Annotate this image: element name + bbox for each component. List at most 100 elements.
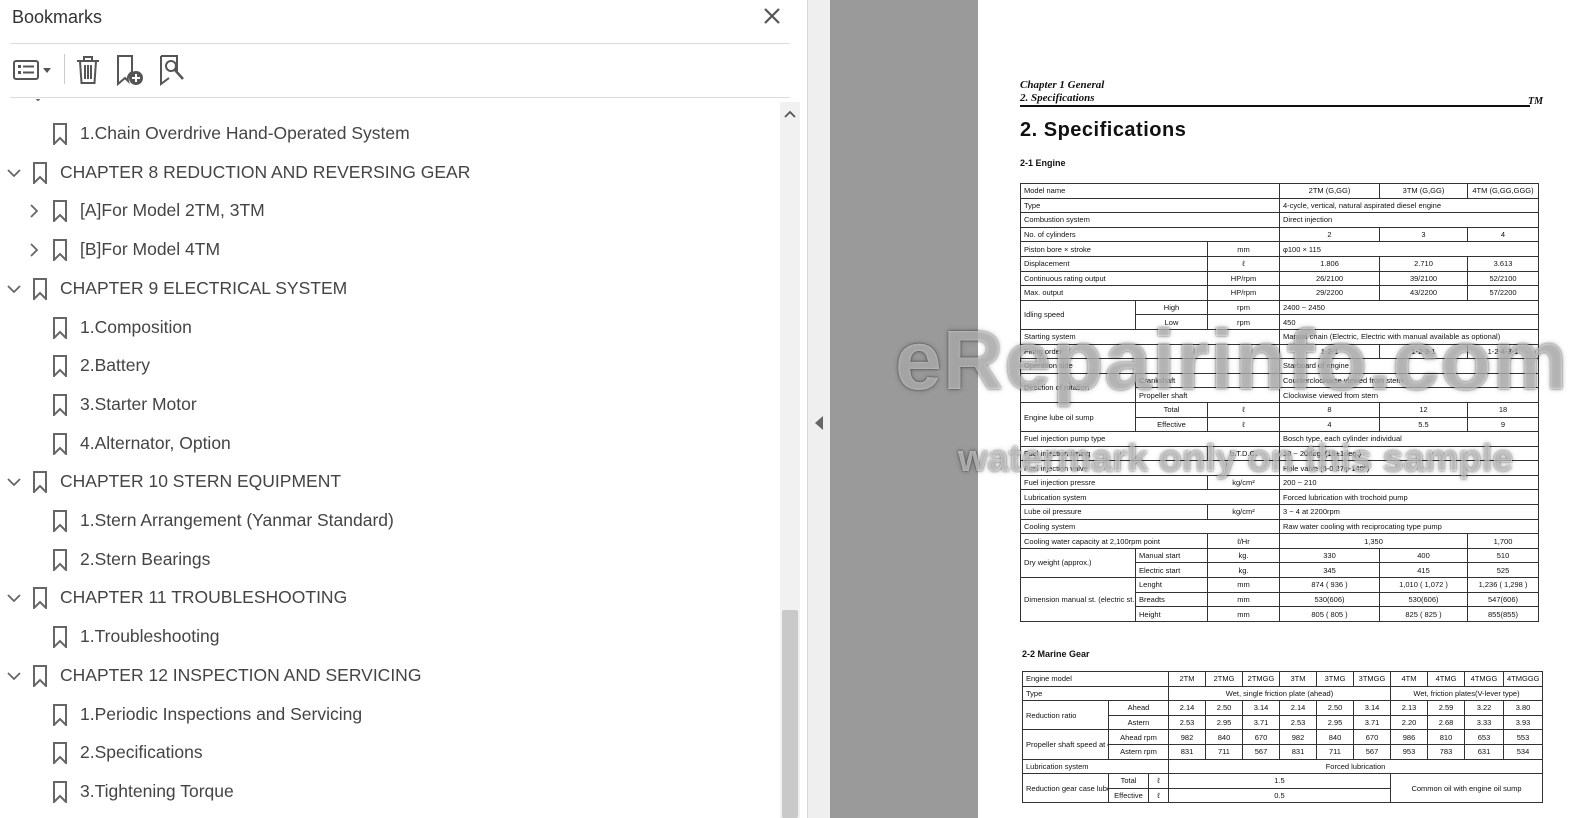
chevron-right-icon[interactable] [26, 242, 42, 258]
marine-gear-spec-table: Engine model 2TM 2TMG 2TMGG 3TM 3TMG 3TMGG 4TM 4… [1022, 671, 1543, 804]
bookmark-icon [52, 355, 68, 379]
table-cell: Breadts [1135, 591, 1208, 608]
header-rule [1020, 105, 1530, 107]
marine-gear-heading: 2-2 Marine Gear [1022, 649, 1090, 659]
bookmark-item[interactable]: 1.Periodic Inspections and Servicing [0, 698, 780, 732]
table-cell: Starting system [1020, 328, 1280, 345]
table-row: Lubrication system Forced lubrication [1022, 758, 1543, 775]
table-cell: Manual chain (Electric, Electric with ma… [1279, 328, 1539, 345]
table-row: Firing order 1-2-1 1-2-3-1 1-2-4-3-1 [1020, 343, 1539, 360]
bookmark-label[interactable]: 1.Stern Arrangement (Yanmar Standard) [80, 510, 394, 531]
bookmark-chapter[interactable]: CHAPTER 8 REDUCTION AND REVERSING GEAR [0, 156, 780, 190]
panel-splitter[interactable] [808, 0, 830, 818]
table-cell: 415 [1379, 562, 1468, 579]
table-row: Type 4-cycle, vertical, natural aspirated… [1020, 197, 1539, 214]
bookmark-item[interactable]: 4.Alternator, Option [0, 427, 780, 461]
table-cell: 1,350 [1279, 533, 1468, 549]
bookmark-icon [52, 548, 68, 573]
bookmark-chapter[interactable]: CHAPTER 12 INSPECTION AND SERVICING [0, 659, 780, 693]
bookmarks-scrollbar[interactable] [780, 102, 800, 818]
table-row: Dry weight (approx.) Manual start kg. 330 40… [1020, 547, 1539, 579]
table-cell: 1-2-4-3-1 [1467, 343, 1539, 360]
bookmark-item[interactable]: 1.Composition [0, 311, 780, 345]
bookmark-icon [32, 587, 48, 611]
chevron-right-icon[interactable] [26, 203, 42, 219]
bookmark-label[interactable]: 1.Chain Overdrive Hand-Operated System [80, 123, 410, 144]
table-cell: Astern [1108, 714, 1169, 731]
chevron-down-icon[interactable] [6, 668, 22, 684]
table-cell: 3TM (G,GG) [1379, 183, 1468, 199]
table-cell: Ahead [1108, 700, 1169, 716]
bookmark-item[interactable]: [B]For Model 4TM [0, 233, 780, 267]
bookmark-label[interactable]: 1.Composition [80, 317, 192, 338]
bookmark-label[interactable]: 2.Stern Bearings [80, 549, 210, 570]
bookmark-label[interactable]: 1.Troubleshooting [80, 626, 219, 647]
bookmark-label[interactable]: CHAPTER 11 TROUBLESHOOTING [60, 587, 347, 608]
bookmark-item[interactable]: 2.Specifications [0, 736, 780, 770]
table-cell: 3.14 [1353, 700, 1391, 716]
document-view[interactable]: Chapter 1 General 2. Specifications TM 2… [830, 0, 1586, 818]
table-cell: 4-cycle, vertical, natural aspirated die… [1279, 197, 1539, 214]
bookmark-label[interactable]: 2.Specifications [80, 742, 203, 763]
bookmark-label[interactable]: 4.Alternator, Option [80, 433, 231, 454]
table-cell: 2 [1279, 226, 1380, 243]
table-cell: ℓ [1207, 416, 1280, 433]
table-cell: Piston bore × stroke [1020, 241, 1208, 257]
bookmark-item[interactable]: 1.Chain Overdrive Hand-Operated System [0, 117, 780, 151]
table-cell: 1.5 [1168, 773, 1391, 789]
bookmark-chapter[interactable]: CHAPTER 11 TROUBLESHOOTING [0, 581, 780, 615]
table-cell: Type [1020, 197, 1280, 214]
bookmarks-title: Bookmarks [12, 7, 103, 27]
find-bookmark-icon[interactable] [156, 50, 188, 90]
table-cell: Astern rpm [1108, 743, 1169, 760]
bookmark-item[interactable]: 1.Troubleshooting [0, 620, 780, 654]
table-cell: 3 ~ 4 at 2200rpm [1279, 504, 1539, 520]
bookmark-label[interactable]: 2.Battery [80, 355, 150, 376]
bookmark-label[interactable]: [A]For Model 2TM, 3TM [80, 200, 265, 221]
bookmark-label[interactable]: CHAPTER 10 STERN EQUIPMENT [60, 471, 341, 492]
table-row: Propeller shaft speed at engine 2,100rpm… [1022, 729, 1543, 760]
table-row: Continuous rating output HP/rpm 26/2100 39/… [1020, 270, 1539, 287]
chevron-down-icon[interactable] [6, 281, 22, 297]
bookmark-label[interactable]: 3.Tightening Torque [80, 781, 234, 802]
table-cell: 3.22 [1464, 700, 1504, 716]
chevron-down-icon[interactable] [6, 474, 22, 490]
table-cell: Fuel injection timing [1020, 445, 1208, 462]
bookmark-label[interactable]: 3.Starter Motor [80, 394, 197, 415]
bookmark-label[interactable]: CHAPTER 12 INSPECTION AND SERVICING [60, 665, 421, 686]
table-cell: 39/2100 [1379, 270, 1468, 287]
bookmark-label[interactable]: [B]For Model 4TM [80, 239, 220, 260]
toolbar-divider [64, 54, 65, 84]
table-row: Combustion system Direct injection [1020, 212, 1539, 228]
bookmark-item[interactable]: 1.Stern Arrangement (Yanmar Standard) [0, 504, 780, 538]
delete-bookmark-icon[interactable] [72, 50, 104, 90]
table-cell: 547(606) [1467, 591, 1539, 608]
bookmark-label[interactable]: CHAPTER 8 REDUCTION AND REVERSING GEAR [60, 162, 470, 183]
bookmark-item[interactable]: 3.Starter Motor [0, 388, 780, 422]
chevron-down-icon[interactable] [6, 165, 22, 181]
new-bookmark-icon[interactable] [113, 50, 147, 90]
close-icon[interactable] [760, 4, 784, 28]
table-cell: Wet, single friction plate (ahead) [1168, 685, 1391, 702]
page-chapter-header: Chapter 1 General [1020, 79, 1105, 91]
bookmark-item[interactable]: [A]For Model 2TM, 3TM [0, 194, 780, 228]
table-cell: 4TM (G,GG,GGG) [1467, 183, 1539, 199]
table-cell: 670 [1242, 729, 1280, 745]
bookmark-label[interactable]: CHAPTER 9 ELECTRICAL SYSTEM [60, 278, 347, 299]
bookmark-item[interactable]: 2.Stern Bearings [0, 543, 780, 577]
scroll-up-arrow-icon[interactable] [780, 104, 800, 124]
chevron-down-icon[interactable] [6, 590, 22, 606]
table-cell: mm [1207, 241, 1280, 257]
bookmark-icon-partial [30, 99, 46, 102]
bookmark-item[interactable]: 2.Battery [0, 349, 780, 383]
bookmark-label[interactable]: 1.Periodic Inspections and Servicing [80, 704, 362, 725]
scrollbar-thumb[interactable] [782, 610, 798, 818]
collapse-panel-arrow-icon[interactable] [813, 415, 825, 431]
table-cell: Engine lube oil sump [1020, 401, 1136, 433]
options-menu-icon[interactable] [8, 50, 56, 90]
table-cell: Propeller shaft speed at engine 2,100rpm [1022, 729, 1109, 760]
bookmark-item[interactable]: 3.Tightening Torque [0, 775, 780, 809]
bookmark-chapter[interactable]: CHAPTER 9 ELECTRICAL SYSTEM [0, 272, 780, 306]
table-cell: Direction of rotation [1020, 372, 1136, 403]
bookmark-chapter[interactable]: CHAPTER 10 STERN EQUIPMENT [0, 465, 780, 499]
